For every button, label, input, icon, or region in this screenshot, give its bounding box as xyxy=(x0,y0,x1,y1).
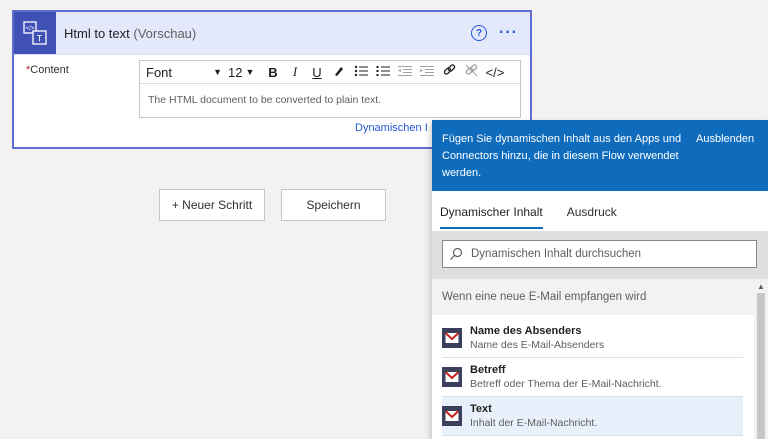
item-title: Text xyxy=(470,403,492,415)
more-options-icon[interactable]: ··· xyxy=(499,25,518,41)
panel-header: Fügen Sie dynamischen Inhalt aus den App… xyxy=(432,120,768,191)
panel-tabs: Dynamischer Inhalt Ausdruck xyxy=(432,191,768,232)
font-size-value: 12 xyxy=(228,64,243,80)
item-description: Name des E-Mail-Absenders xyxy=(470,339,605,351)
save-button[interactable]: Speichern xyxy=(281,189,386,221)
action-card-header[interactable]: </> T Html to text (Vorschau) ? ··· xyxy=(14,12,530,55)
panel-header-text: Fügen Sie dynamischen Inhalt aus den App… xyxy=(442,133,682,179)
scrollbar-thumb[interactable] xyxy=(757,293,765,439)
panel-scrollbar[interactable]: ▲ xyxy=(754,279,768,439)
editor-placeholder[interactable]: The HTML document to be converted to pla… xyxy=(140,84,520,116)
chevron-down-icon: ▼ xyxy=(213,67,222,77)
item-description: Inhalt der E-Mail-Nachricht. xyxy=(470,417,598,429)
bold-button[interactable]: B xyxy=(262,65,284,80)
mail-icon xyxy=(442,367,462,387)
mail-icon xyxy=(442,406,462,426)
search-area xyxy=(432,231,768,279)
italic-button[interactable]: I xyxy=(284,64,306,80)
tab-expression[interactable]: Ausdruck xyxy=(567,193,617,229)
search-input[interactable] xyxy=(469,247,743,261)
chevron-down-icon: ▼ xyxy=(245,67,255,77)
action-title-text: Html to text xyxy=(64,25,130,41)
unlink-icon[interactable] xyxy=(460,64,482,80)
list-item[interactable]: Betreff Betreff oder Thema der E-Mail-Na… xyxy=(442,358,743,397)
trigger-group-header[interactable]: Wenn eine neue E-Mail empfangen wird xyxy=(432,279,754,315)
item-title: Name des Absenders xyxy=(470,325,582,337)
numbered-list-icon[interactable] xyxy=(372,65,394,80)
decrease-indent-icon[interactable] xyxy=(394,65,416,80)
new-step-button[interactable]: + Neuer Schritt xyxy=(159,189,265,221)
link-icon[interactable] xyxy=(438,64,460,80)
font-select-value: Font xyxy=(146,64,173,80)
scroll-up-icon[interactable]: ▲ xyxy=(757,282,765,291)
search-icon xyxy=(443,247,469,261)
svg-text:T: T xyxy=(37,34,43,44)
content-label: *Content xyxy=(26,64,69,76)
item-description: Betreff oder Thema der E-Mail-Nachricht. xyxy=(470,378,662,390)
font-select[interactable]: Font ▼ xyxy=(140,65,228,80)
content-label-text: Content xyxy=(30,64,69,76)
search-box[interactable] xyxy=(442,240,757,268)
item-title: Betreff xyxy=(470,364,506,376)
tab-dynamic-content[interactable]: Dynamischer Inhalt xyxy=(440,193,543,229)
highlight-pen-icon[interactable] xyxy=(328,65,350,80)
dynamic-content-panel: Fügen Sie dynamischen Inhalt aus den App… xyxy=(432,120,768,439)
increase-indent-icon[interactable] xyxy=(416,65,438,80)
list-item[interactable]: Text Inhalt der E-Mail-Nachricht. xyxy=(442,397,743,436)
hide-panel-button[interactable]: Ausblenden xyxy=(696,131,754,148)
html-to-text-icon: </> T xyxy=(14,12,56,54)
list-item[interactable]: Name des Absenders Name des E-Mail-Absen… xyxy=(442,319,743,358)
code-view-button[interactable]: </> xyxy=(482,65,508,80)
editor-toolbar: Font ▼ 12 ▼ B I U </> xyxy=(140,61,520,84)
action-title: Html to text (Vorschau) xyxy=(64,26,196,41)
bulleted-list-icon[interactable] xyxy=(350,65,372,80)
mail-icon xyxy=(442,328,462,348)
help-icon[interactable]: ? xyxy=(471,25,488,41)
content-editor[interactable]: Font ▼ 12 ▼ B I U </> The HTML document … xyxy=(139,60,521,118)
action-title-preview: (Vorschau) xyxy=(133,25,197,41)
add-dynamic-content-link[interactable]: Dynamischen I xyxy=(355,122,428,134)
underline-button[interactable]: U xyxy=(306,65,328,80)
font-size-select[interactable]: 12 ▼ xyxy=(228,65,262,80)
